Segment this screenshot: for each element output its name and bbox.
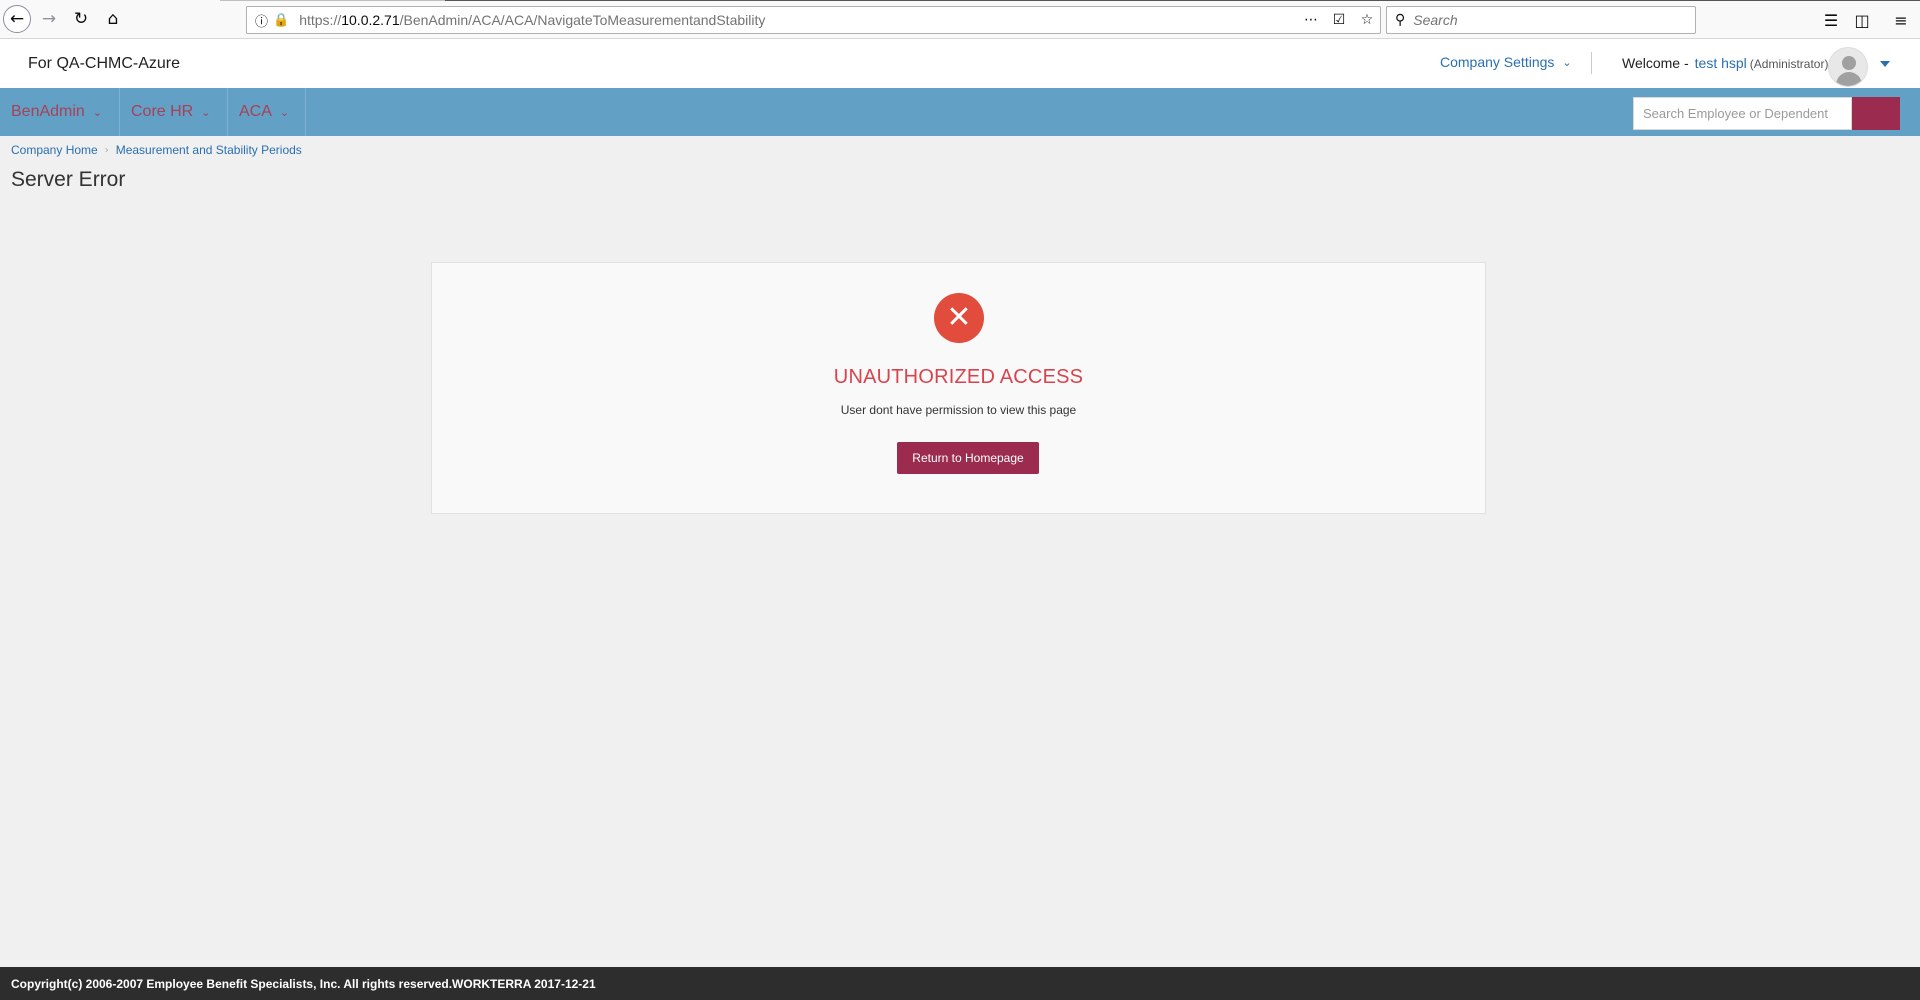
breadcrumb-company-home[interactable]: Company Home bbox=[11, 143, 98, 157]
lock-icon[interactable]: 🔒 bbox=[273, 13, 289, 28]
address-bar[interactable]: ⓘ 🔒 https://10.0.2.71/BenAdmin/ACA/ACA/N… bbox=[246, 6, 1381, 34]
footer: Copyright(c) 2006-2007 Employee Benefit … bbox=[0, 967, 1920, 1000]
back-arrow-icon[interactable]: ← bbox=[3, 5, 31, 33]
browser-search-placeholder: Search bbox=[1413, 12, 1458, 28]
avatar-body bbox=[1836, 72, 1862, 86]
bookmark-star-icon[interactable]: ☆ bbox=[1356, 9, 1378, 31]
browser-toolbar: ← → ↻ ⌂ ⓘ 🔒 https://10.0.2.71/BenAdmin/A… bbox=[0, 0, 1920, 39]
error-message: User dont have permission to view this p… bbox=[840, 403, 1077, 417]
home-icon[interactable]: ⌂ bbox=[100, 6, 126, 32]
chevron-down-icon: ⌄ bbox=[1562, 55, 1572, 69]
return-to-homepage-button[interactable]: Return to Homepage bbox=[897, 442, 1039, 474]
nav-item-label: BenAdmin bbox=[11, 103, 85, 120]
breadcrumb-separator-icon: › bbox=[104, 144, 109, 156]
chevron-down-icon: ⌄ bbox=[92, 105, 103, 119]
welcome-label: Welcome - bbox=[1622, 55, 1689, 71]
nav-item-benadmin[interactable]: BenAdmin ⌄ bbox=[0, 88, 120, 136]
sidebar-icon[interactable]: ◫ bbox=[1849, 7, 1875, 33]
breadcrumb-measurement-stability[interactable]: Measurement and Stability Periods bbox=[116, 143, 302, 157]
chevron-down-icon: ⌄ bbox=[201, 105, 211, 119]
tab-strip-line-dark bbox=[445, 0, 1920, 1]
reload-icon[interactable]: ↻ bbox=[68, 6, 94, 32]
nav-item-core-hr[interactable]: Core HR ⌄ bbox=[120, 88, 228, 136]
error-card: ✕ UNAUTHORIZED ACCESS User dont have per… bbox=[431, 262, 1486, 514]
hamburger-menu-icon[interactable]: ≡ bbox=[1888, 7, 1914, 33]
url-host: 10.0.2.71 bbox=[341, 12, 400, 28]
main-nav-bar: BenAdmin ⌄ Core HR ⌄ ACA ⌄ bbox=[0, 88, 1920, 136]
library-icon[interactable]: ☰ bbox=[1818, 7, 1844, 33]
company-name: For QA-CHMC-Azure bbox=[28, 55, 181, 72]
avatar[interactable] bbox=[1828, 47, 1868, 87]
info-icon[interactable]: ⓘ bbox=[255, 11, 268, 30]
header-divider bbox=[1591, 52, 1592, 74]
employee-search-input[interactable] bbox=[1633, 97, 1852, 130]
nav-item-aca[interactable]: ACA ⌄ bbox=[228, 88, 306, 136]
forward-arrow-icon[interactable]: → bbox=[36, 6, 62, 32]
pocket-icon[interactable]: ☑ bbox=[1328, 9, 1350, 31]
url-prefix: https:// bbox=[299, 12, 342, 28]
error-x-icon: ✕ bbox=[934, 293, 984, 343]
url-text[interactable]: https://10.0.2.71/BenAdmin/ACA/ACA/Navig… bbox=[299, 12, 765, 28]
more-actions-icon[interactable]: ⋯ bbox=[1300, 9, 1322, 31]
company-settings-dropdown[interactable]: Company Settings ⌄ bbox=[1440, 54, 1572, 70]
nav-item-label: ACA bbox=[239, 103, 272, 120]
nav-item-label: Core HR bbox=[131, 103, 194, 120]
chevron-down-icon: ⌄ bbox=[279, 105, 290, 119]
company-settings-label: Company Settings bbox=[1440, 54, 1555, 70]
app-header: For QA-CHMC-Azure Company Settings ⌄ Wel… bbox=[0, 39, 1920, 88]
error-heading: UNAUTHORIZED ACCESS bbox=[833, 366, 1084, 388]
user-name-link[interactable]: test hspl bbox=[1695, 55, 1747, 71]
browser-search-field[interactable]: ⚲ Search bbox=[1386, 6, 1696, 34]
copyright-text: Copyright(c) 2006-2007 Employee Benefit … bbox=[11, 977, 596, 991]
avatar-head bbox=[1842, 56, 1856, 70]
user-role: (Administrator) bbox=[1749, 57, 1829, 71]
breadcrumb: Company Home › Measurement and Stability… bbox=[11, 143, 302, 157]
page-actions: ⋯ ☑ ☆ bbox=[1300, 9, 1378, 31]
search-icon: ⚲ bbox=[1395, 12, 1406, 28]
employee-search-button[interactable] bbox=[1852, 97, 1900, 130]
url-path: /BenAdmin/ACA/ACA/NavigateToMeasurementa… bbox=[399, 12, 766, 28]
user-menu-caret-icon[interactable] bbox=[1880, 61, 1890, 67]
page-title: Server Error bbox=[11, 168, 126, 191]
welcome-text: Welcome - test hspl (Administrator) bbox=[1622, 55, 1828, 71]
